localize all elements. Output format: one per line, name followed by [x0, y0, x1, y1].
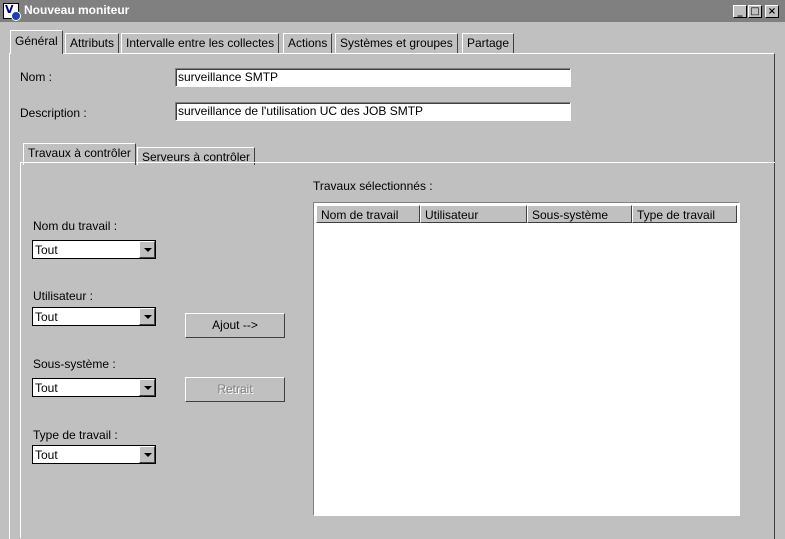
- dropdown-arrow-icon[interactable]: [139, 379, 155, 396]
- tab-label: Général: [15, 34, 58, 48]
- tab-label: Attributs: [70, 36, 115, 50]
- add-button[interactable]: Ajout -->: [185, 313, 285, 338]
- selected-jobs-label: Travaux sélectionnés :: [313, 179, 433, 193]
- window-title: Nouveau moniteur: [24, 3, 130, 17]
- subsystem-label: Sous-système :: [33, 357, 116, 371]
- dropdown-arrow-icon[interactable]: [139, 308, 155, 325]
- tab-attributes[interactable]: Attributs: [65, 33, 120, 53]
- close-button[interactable]: ×: [765, 5, 779, 18]
- minimize-button[interactable]: _: [733, 5, 747, 18]
- description-value: surveillance de l'utilisation UC des JOB…: [178, 104, 424, 118]
- name-field[interactable]: surveillance SMTP: [175, 68, 571, 87]
- job-type-label: Type de travail :: [33, 428, 118, 442]
- subsystem-value: Tout: [35, 381, 58, 395]
- tab-actions[interactable]: Actions: [283, 33, 333, 53]
- job-name-label: Nom du travail :: [33, 219, 118, 233]
- tab-label: Actions: [288, 36, 328, 50]
- description-field[interactable]: surveillance de l'utilisation UC des JOB…: [175, 102, 571, 121]
- tab-general[interactable]: Général: [10, 30, 63, 54]
- tab-sharing[interactable]: Partage: [462, 33, 515, 53]
- job-name-select[interactable]: Tout: [32, 240, 156, 259]
- column-header-job-name[interactable]: Nom de travail: [316, 205, 420, 223]
- column-header-job-type[interactable]: Type de travail: [632, 205, 737, 223]
- column-header-subsystem[interactable]: Sous-système: [527, 205, 632, 223]
- selected-jobs-list[interactable]: Nom de travail Utilisateur Sous-système …: [313, 202, 740, 516]
- job-type-select[interactable]: Tout: [32, 445, 156, 464]
- dropdown-arrow-icon[interactable]: [139, 241, 155, 258]
- job-name-value: Tout: [35, 243, 58, 257]
- title-bar[interactable]: V Nouveau moniteur _ □ ×: [0, 0, 785, 22]
- monitor-app-icon: V: [3, 3, 21, 21]
- subtab-jobs-to-monitor[interactable]: Travaux à contrôler: [23, 143, 136, 165]
- description-label: Description :: [20, 106, 87, 120]
- tab-systems-groups[interactable]: Systèmes et groupes: [335, 33, 458, 53]
- user-select[interactable]: Tout: [32, 307, 156, 326]
- column-header-user[interactable]: Utilisateur: [420, 205, 527, 223]
- name-label: Nom :: [20, 70, 53, 84]
- maximize-button[interactable]: □: [748, 5, 762, 18]
- user-label: Utilisateur :: [33, 289, 94, 303]
- name-value: surveillance SMTP: [178, 70, 279, 84]
- remove-button[interactable]: Retrait: [185, 377, 285, 402]
- user-value: Tout: [35, 310, 58, 324]
- tab-label: Partage: [467, 36, 510, 50]
- dropdown-arrow-icon[interactable]: [139, 446, 155, 463]
- subsystem-select[interactable]: Tout: [32, 378, 156, 397]
- subtab-label: Travaux à contrôler: [28, 146, 131, 160]
- tab-label: Intervalle entre les collectes: [126, 36, 275, 50]
- tab-label: Systèmes et groupes: [340, 36, 453, 50]
- tab-collection-interval[interactable]: Intervalle entre les collectes: [121, 33, 280, 53]
- job-type-value: Tout: [35, 448, 58, 462]
